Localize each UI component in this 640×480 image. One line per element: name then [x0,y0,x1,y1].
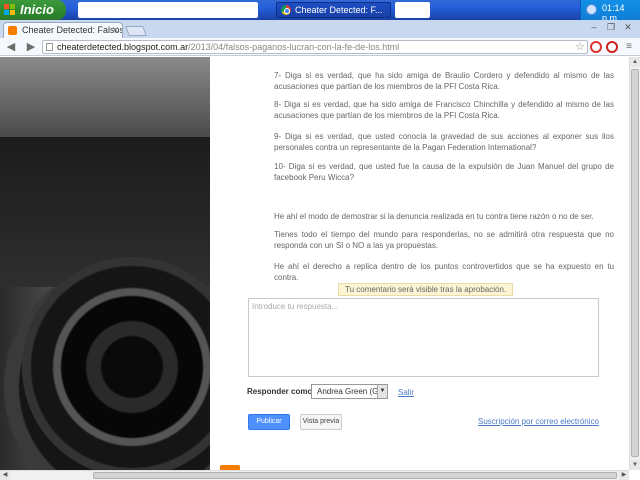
comment-input[interactable] [249,299,598,376]
scroll-up-icon[interactable]: ▲ [630,57,640,67]
close-tab-icon[interactable]: ✕ [111,23,119,38]
start-button[interactable]: Inicio [0,0,66,20]
taskbar-blank-button[interactable] [78,2,258,18]
tab-title: Cheater Detected: Falsos Pa [22,25,123,35]
reply-as-label: Responder como: [247,387,316,396]
restore-icon[interactable]: ❐ [603,21,619,34]
reply-as-select[interactable]: Andrea Green (G ▼ [311,384,388,399]
logout-link[interactable]: Salir [398,388,414,397]
chevron-down-icon: ▼ [377,385,387,398]
preview-button[interactable]: Vista previa [300,414,342,430]
closing-paragraph-2: Tienes todo el tiempo del mundo para res… [274,230,614,250]
window-controls: – ❐ ✕ [586,21,636,34]
comment-box [248,298,599,377]
reply-as-value: Andrea Green (G [317,387,379,396]
browser-tab[interactable]: Cheater Detected: Falsos Pa ✕ [3,22,123,38]
camera-background-image [0,57,242,470]
scroll-right-icon[interactable]: ▶ [619,471,629,480]
browser-toolbar: ◀ ▶ cheaterdetected.blogspot.com.ar/2013… [0,38,640,56]
horizontal-scrollbar[interactable]: ◀ ▶ [0,470,629,480]
back-icon[interactable]: ◀ [4,40,18,54]
scroll-left-icon[interactable]: ◀ [0,471,10,480]
adblock-extension-icon[interactable] [606,41,618,53]
moderation-notice: Tu comentario será visible tras la aprob… [338,283,514,296]
scroll-down-icon[interactable]: ▼ [630,460,640,470]
menu-wrench-icon[interactable]: ≡ [622,40,636,54]
vertical-scrollbar[interactable]: ▲ ▼ [629,57,640,470]
taskbar-chrome-button[interactable]: Cheater Detected: F... [276,2,391,18]
forward-icon[interactable]: ▶ [24,40,38,54]
network-icon[interactable] [586,4,597,15]
windows-taskbar: Inicio Cheater Detected: F... 01:14 p.m. [0,0,640,23]
page-viewport: 7- Diga si es verdad, que ha sido amiga … [0,57,629,470]
blogger-icon [8,26,17,35]
close-window-icon[interactable]: ✕ [620,21,636,34]
taskbar-blank-button-2[interactable] [395,2,430,18]
url-path: /2013/04/falsos-paganos-lucran-con-la-fe… [188,42,400,52]
new-tab-button[interactable] [125,26,147,36]
chrome-icon [281,5,291,15]
photo-highlight [0,57,210,137]
url-host: cheaterdetected.blogspot.com.ar [57,42,189,52]
question-8: 8- Diga si es verdad, que ha sido amiga … [274,100,614,120]
horizontal-scroll-thumb[interactable] [93,472,617,479]
opera-extension-icon[interactable] [590,41,602,53]
closing-paragraph-3: He ahí el derecho a replica dentro de lo… [274,262,614,282]
email-subscription-link[interactable]: Suscripción por correo electrónico [478,417,599,426]
publish-button[interactable]: Publicar [248,414,290,430]
camera-lens [22,257,242,470]
question-9: 9- Diga si es verdad, que usted conocía … [274,132,614,152]
system-tray: 01:14 p.m. [580,0,640,23]
windows-flag-icon [4,4,16,16]
taskbar-chrome-label: Cheater Detected: F... [295,5,383,15]
browser-tabstrip: Cheater Detected: Falsos Pa ✕ – ❐ ✕ [0,20,640,38]
page-icon [46,43,53,51]
question-7: 7- Diga si es verdad, que ha sido amiga … [274,71,614,91]
post-content: 7- Diga si es verdad, que ha sido amiga … [210,57,629,470]
closing-paragraph-1: He ahí el modo de demostrar si la denunc… [274,212,594,221]
minimize-icon[interactable]: – [586,21,602,34]
address-bar[interactable]: cheaterdetected.blogspot.com.ar/2013/04/… [42,40,588,54]
start-label: Inicio [20,2,54,17]
question-10: 10- Diga si es verdad, que usted fue la … [274,162,614,182]
vertical-scroll-thumb[interactable] [631,69,639,457]
bookmark-star-icon[interactable]: ☆ [575,40,585,53]
